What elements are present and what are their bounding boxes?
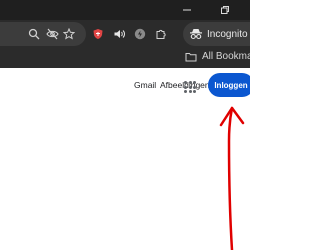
eye-off-icon[interactable] xyxy=(44,26,60,42)
sign-in-button[interactable]: Inloggen xyxy=(208,73,250,97)
star-icon[interactable] xyxy=(61,26,77,42)
red-arrow-annotation xyxy=(219,106,245,250)
all-bookmarks-button[interactable]: All Bookmarks xyxy=(185,51,250,62)
restore-icon[interactable] xyxy=(216,2,234,18)
google-homepage: Gmail Afbeeldingen Inloggen xyxy=(0,68,250,250)
puzzle-icon[interactable] xyxy=(153,26,169,42)
incognito-label: Incognito xyxy=(207,28,248,40)
search-icon[interactable] xyxy=(26,26,42,42)
all-bookmarks-label: All Bookmarks xyxy=(202,51,250,62)
browser-toolbar: Incognito xyxy=(0,20,250,48)
browser-window: Incognito All Bookmarks Gmail Afbeelding… xyxy=(0,0,250,250)
bookmarks-bar: All Bookmarks xyxy=(0,48,250,68)
apps-grid-icon[interactable] xyxy=(184,81,196,93)
speaker-icon[interactable] xyxy=(111,26,127,42)
incognito-icon xyxy=(189,28,203,40)
incognito-indicator[interactable]: Incognito xyxy=(183,22,250,46)
tab-strip xyxy=(0,0,250,20)
minimize-icon[interactable] xyxy=(178,2,196,18)
folder-icon xyxy=(185,52,197,62)
extension-badge-icon[interactable] xyxy=(132,26,148,42)
shield-icon[interactable] xyxy=(90,26,106,42)
gmail-link[interactable]: Gmail xyxy=(134,80,156,90)
